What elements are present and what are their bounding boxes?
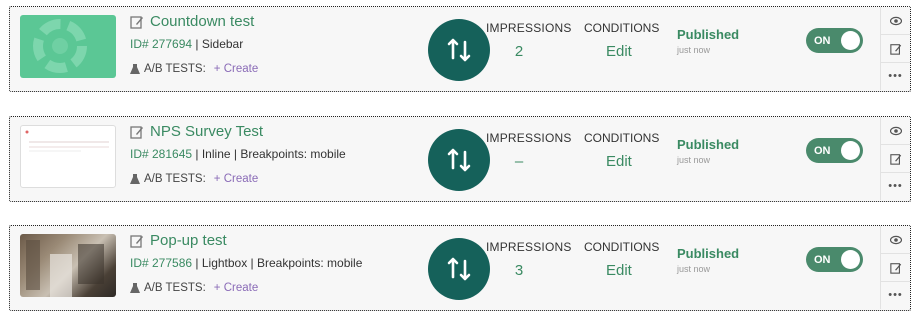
toggle-knob bbox=[841, 31, 860, 50]
create-ab-test-link[interactable]: + Create bbox=[214, 63, 258, 75]
campaign-title[interactable]: NPS Survey Test bbox=[150, 123, 263, 140]
impressions-value: 3 bbox=[514, 262, 524, 279]
status-time: just now bbox=[677, 45, 711, 55]
edit-icon bbox=[889, 262, 901, 274]
swap-vertical-icon bbox=[447, 148, 471, 172]
more-button[interactable]: ••• bbox=[881, 282, 910, 309]
conditions-label: CONDITIONS bbox=[584, 21, 660, 35]
conditions-label: CONDITIONS bbox=[584, 240, 660, 254]
campaign-card: Pop-up test ID# 277586 | Lightbox | Brea… bbox=[9, 225, 911, 311]
more-icon: ••• bbox=[888, 289, 903, 301]
preview-button[interactable] bbox=[881, 7, 910, 35]
status-toggle[interactable]: ON bbox=[806, 247, 863, 272]
campaign-meta: ID# 281645 | Inline | Breakpoints: mobil… bbox=[130, 147, 346, 161]
eye-icon bbox=[889, 16, 902, 25]
toggle-knob bbox=[841, 141, 860, 160]
toggle-knob bbox=[841, 250, 860, 269]
campaign-thumbnail[interactable] bbox=[20, 234, 116, 297]
ab-tests-label: A/B TESTS: bbox=[144, 282, 206, 294]
edit-button[interactable] bbox=[881, 35, 910, 63]
preview-button[interactable] bbox=[881, 226, 910, 254]
campaign-details: | Sidebar bbox=[192, 37, 244, 51]
campaign-title[interactable]: Countdown test bbox=[150, 13, 254, 30]
conditions-label: CONDITIONS bbox=[584, 131, 660, 145]
campaign-thumbnail[interactable] bbox=[20, 125, 116, 188]
campaign-id: ID# 277694 bbox=[130, 37, 193, 51]
status-time: just now bbox=[677, 155, 711, 165]
toggle-label: ON bbox=[814, 253, 831, 266]
swap-vertical-icon bbox=[447, 257, 471, 281]
impressions-label: IMPRESSIONS bbox=[486, 21, 572, 35]
card-actions: ••• bbox=[880, 7, 910, 90]
swap-vertical-icon bbox=[447, 38, 471, 62]
swap-order-button[interactable] bbox=[428, 129, 490, 191]
conditions-edit-link[interactable]: Edit bbox=[606, 153, 632, 170]
card-actions: ••• bbox=[880, 117, 910, 200]
edit-button[interactable] bbox=[881, 254, 910, 282]
edit-icon bbox=[889, 153, 901, 165]
edit-icon[interactable] bbox=[130, 125, 144, 139]
ab-tests-label: A/B TESTS: bbox=[144, 173, 206, 185]
impressions-label: IMPRESSIONS bbox=[486, 240, 572, 254]
edit-button[interactable] bbox=[881, 145, 910, 173]
more-button[interactable]: ••• bbox=[881, 173, 910, 200]
flask-icon bbox=[130, 282, 140, 293]
more-icon: ••• bbox=[888, 180, 903, 192]
campaign-card: NPS Survey Test ID# 281645 | Inline | Br… bbox=[9, 116, 911, 202]
toggle-label: ON bbox=[814, 144, 831, 157]
campaign-id: ID# 281645 bbox=[130, 147, 193, 161]
preview-button[interactable] bbox=[881, 117, 910, 145]
impressions-value: 2 bbox=[514, 43, 524, 60]
flask-icon bbox=[130, 173, 140, 184]
campaign-meta: ID# 277694 | Sidebar bbox=[130, 37, 243, 51]
create-ab-test-link[interactable]: + Create bbox=[214, 173, 258, 185]
more-button[interactable]: ••• bbox=[881, 63, 910, 90]
toggle-label: ON bbox=[814, 34, 831, 47]
edit-icon[interactable] bbox=[130, 234, 144, 248]
campaign-thumbnail[interactable] bbox=[20, 15, 116, 78]
impressions-label: IMPRESSIONS bbox=[486, 131, 572, 145]
status-time: just now bbox=[677, 264, 711, 274]
ab-tests-label: A/B TESTS: bbox=[144, 63, 206, 75]
conditions-edit-link[interactable]: Edit bbox=[606, 262, 632, 279]
flask-icon bbox=[130, 63, 140, 74]
campaign-title[interactable]: Pop-up test bbox=[150, 232, 227, 249]
conditions-edit-link[interactable]: Edit bbox=[606, 43, 632, 60]
campaign-meta: ID# 277586 | Lightbox | Breakpoints: mob… bbox=[130, 256, 362, 270]
eye-icon bbox=[889, 235, 902, 244]
campaign-card: Countdown test ID# 277694 | Sidebar A/B … bbox=[9, 6, 911, 92]
edit-icon bbox=[889, 43, 901, 55]
status-toggle[interactable]: ON bbox=[806, 138, 863, 163]
more-icon: ••• bbox=[888, 70, 903, 82]
create-ab-test-link[interactable]: + Create bbox=[214, 282, 258, 294]
swap-order-button[interactable] bbox=[428, 238, 490, 300]
eye-icon bbox=[889, 126, 902, 135]
swap-order-button[interactable] bbox=[428, 19, 490, 81]
impressions-value: – bbox=[514, 153, 524, 170]
campaign-details: | Inline | Breakpoints: mobile bbox=[192, 147, 346, 161]
campaign-id: ID# 277586 bbox=[130, 256, 193, 270]
edit-icon[interactable] bbox=[130, 15, 144, 29]
status-label: Published bbox=[677, 27, 740, 42]
ab-tests: A/B TESTS: + Create bbox=[130, 282, 258, 294]
ab-tests: A/B TESTS: + Create bbox=[130, 173, 258, 185]
status-label: Published bbox=[677, 246, 740, 261]
card-actions: ••• bbox=[880, 226, 910, 309]
ab-tests: A/B TESTS: + Create bbox=[130, 63, 258, 75]
campaign-details: | Lightbox | Breakpoints: mobile bbox=[192, 256, 363, 270]
status-toggle[interactable]: ON bbox=[806, 28, 863, 53]
status-label: Published bbox=[677, 137, 740, 152]
